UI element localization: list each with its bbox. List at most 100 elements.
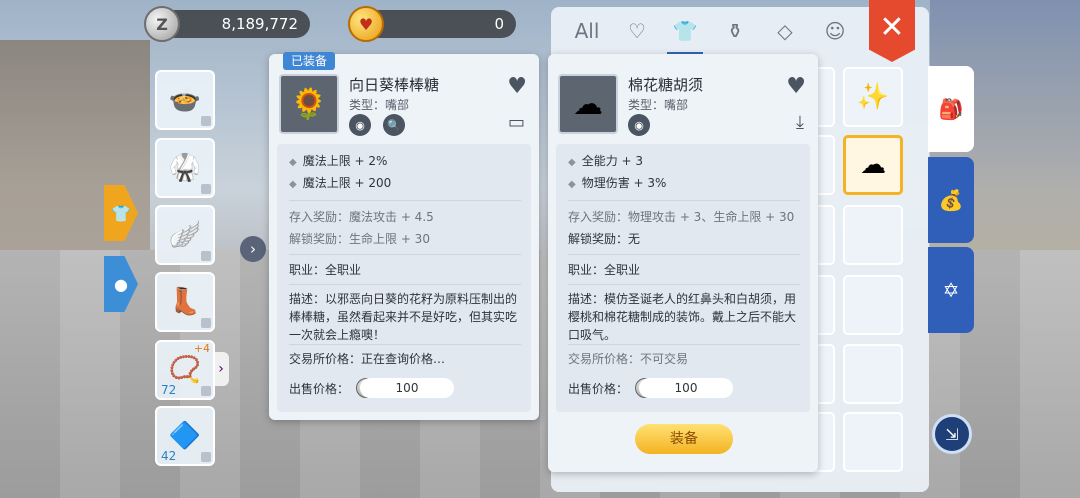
- divider: [568, 254, 800, 255]
- expand-arrow-button[interactable]: ›: [240, 236, 266, 262]
- chevron-right-icon: ›: [250, 240, 256, 258]
- heart-coin-icon: ♥: [348, 6, 384, 42]
- wings-icon: 🪽: [168, 220, 202, 250]
- tab-backpack[interactable]: 🎒: [928, 66, 974, 152]
- tab-potion[interactable]: ⚱: [715, 19, 755, 49]
- item-slot[interactable]: 🍲: [155, 70, 215, 130]
- cauldron-icon: 🍲: [168, 85, 202, 115]
- divider: [568, 344, 800, 345]
- star-wand-icon: ✨: [856, 82, 890, 112]
- stat-line: ◆ 物理伤害 + 3%: [568, 176, 667, 190]
- close-icon: ✕: [879, 9, 905, 45]
- tab-zeny-bag[interactable]: 💰: [928, 157, 974, 243]
- gem-icon: ◇: [777, 19, 793, 43]
- heart-icon: ♥: [507, 74, 527, 99]
- tab-heart[interactable]: ♡: [617, 19, 657, 49]
- tab-magic-circle[interactable]: ✡: [928, 247, 974, 333]
- refine-level: +4: [193, 342, 210, 355]
- expand-slot-button[interactable]: ›: [213, 352, 229, 386]
- sunflower-lollipop-icon: 🌻: [290, 86, 328, 122]
- beard-icon: ☁: [860, 150, 886, 180]
- magnifier-icon: 🔍: [387, 118, 401, 132]
- shirt-icon: 👕: [672, 19, 698, 43]
- item-description: 描述：模仿圣诞老人的红鼻头和白胡须，用樱桃和棉花糖制成的装饰。戴上之后不能大口吸…: [568, 292, 797, 342]
- sort-button[interactable]: ⇲: [932, 414, 972, 454]
- sell-price-value: 100: [360, 378, 454, 398]
- favorite-button[interactable]: ♥: [786, 74, 806, 99]
- divider: [289, 254, 521, 255]
- download-tray-icon: ⤓: [796, 112, 804, 133]
- item-type: 类型：嘴部: [628, 98, 689, 112]
- eye-icon: ◉: [355, 118, 365, 132]
- crystal-icon: 🔷: [168, 421, 202, 451]
- item-slot[interactable]: 📿 +4 72: [155, 340, 215, 400]
- tab-all[interactable]: All: [567, 19, 607, 49]
- tray-icon: ▭: [507, 112, 525, 133]
- stat-line: ◆ 全能力 + 3: [568, 154, 644, 168]
- equipped-item-tooltip: 已装备 🌻 向日葵棒棒糖 类型：嘴部 ◉ 🔍 ♥ ▭ ◆ 魔法上限 + 2% ◆ 魔…: [269, 52, 539, 420]
- tab-costume[interactable]: 👕: [665, 19, 705, 55]
- heart-amount: 0: [494, 15, 504, 33]
- bag-icon: ⚱: [726, 19, 744, 43]
- divider: [289, 344, 521, 345]
- necklace-icon: 📿: [168, 355, 202, 385]
- job-requirement: 职业：全职业: [289, 263, 362, 277]
- divider: [568, 200, 800, 201]
- inventory-slot[interactable]: [843, 344, 903, 404]
- equipped-badge: 已装备: [283, 52, 336, 70]
- item-slot[interactable]: 🪽: [155, 205, 215, 265]
- item-slot[interactable]: 🔷 42: [155, 406, 215, 466]
- item-details: ◆ 魔法上限 + 2% ◆ 魔法上限 + 200 存入奖励：魔法攻击 + 4.5 解…: [277, 144, 531, 412]
- inventory-slot[interactable]: [843, 275, 903, 335]
- zeny-amount: 8,189,772: [221, 15, 298, 33]
- tab-gem[interactable]: ◇: [765, 19, 805, 49]
- stat-line: ◆ 魔法上限 + 2%: [289, 154, 388, 168]
- divider: [289, 284, 521, 285]
- unlock-reward: 解锁奖励：生命上限 + 30: [289, 232, 430, 246]
- money-bag-icon: 💰: [938, 188, 964, 212]
- eye-icon: ◉: [634, 118, 644, 132]
- chevron-right-icon: ›: [218, 361, 224, 377]
- backpack-icon: 🎒: [938, 97, 964, 121]
- sell-price-value: 100: [639, 378, 733, 398]
- tab-card[interactable]: ☺: [815, 19, 855, 49]
- background-building: [0, 40, 150, 270]
- inspect-button[interactable]: 🔍: [383, 114, 405, 136]
- item-count: 72: [161, 383, 177, 397]
- item-icon: 🌻: [279, 74, 339, 134]
- shirt-icon: 👕: [111, 203, 131, 223]
- inventory-slot[interactable]: [843, 205, 903, 265]
- preview-button[interactable]: ◉: [628, 114, 650, 136]
- face-icon: ☺: [824, 19, 846, 43]
- deposit-reward: 存入奖励：物理攻击 + 3、生命上限 + 30: [568, 210, 795, 224]
- stat-line: ◆ 魔法上限 + 200: [289, 176, 392, 190]
- inventory-slot[interactable]: ✨: [843, 67, 903, 127]
- item-slot[interactable]: 🥋: [155, 138, 215, 198]
- preview-button[interactable]: ◉: [349, 114, 371, 136]
- inventory-slot[interactable]: [843, 412, 903, 472]
- item-details: ◆ 全能力 + 3 ◆ 物理伤害 + 3% 存入奖励：物理攻击 + 3、生命上限 +…: [556, 144, 810, 412]
- item-icon: ☁: [558, 74, 618, 134]
- job-requirement: 职业：全职业: [568, 263, 641, 277]
- equip-button[interactable]: 装备: [635, 424, 733, 454]
- deposit-reward: 存入奖励：魔法攻击 + 4.5: [289, 210, 434, 224]
- boots-icon: 👢: [168, 287, 202, 317]
- selected-item-tooltip: ☁ 棉花糖胡须 类型：嘴部 ◉ ♥ ⤓ ◆ 全能力 + 3 ◆ 物理伤害 + 3% …: [548, 54, 818, 472]
- item-description: 描述：以邪恶向日葵的花籽为原料压制出的棒棒糖，虽然看起来并不是好吃，但其实吃一次…: [289, 292, 518, 342]
- person-icon: ●: [114, 274, 128, 294]
- robe-icon: 🥋: [168, 153, 202, 183]
- close-button[interactable]: ✕: [869, 0, 915, 62]
- heart-icon: ♡: [628, 19, 646, 43]
- favorite-button[interactable]: ♥: [507, 74, 527, 99]
- item-name: 向日葵棒棒糖: [349, 76, 440, 94]
- divider: [289, 200, 521, 201]
- unlock-reward: 解锁奖励：无: [568, 232, 641, 246]
- sort-icon: ⇲: [945, 424, 959, 444]
- inventory-slot-selected[interactable]: ☁: [843, 135, 903, 195]
- category-tabs: All ♡ 👕 ⚱ ◇ ☺: [551, 7, 881, 57]
- deposit-button[interactable]: ⤓: [796, 112, 804, 133]
- hexagram-icon: ✡: [942, 278, 960, 302]
- storage-button[interactable]: ▭: [508, 112, 525, 133]
- item-name: 棉花糖胡须: [628, 76, 704, 94]
- item-slot[interactable]: 👢: [155, 272, 215, 332]
